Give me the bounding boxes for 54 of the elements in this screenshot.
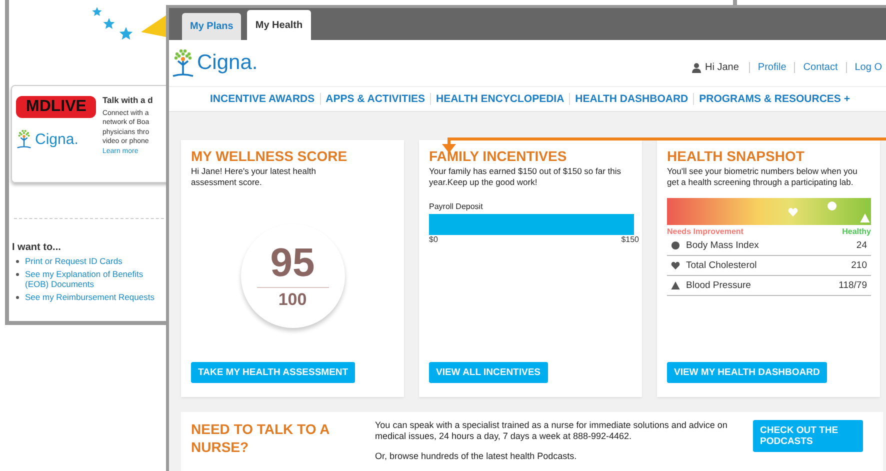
nurse-text: Or, browse hundreds of the latest health Podcasts. [375,451,578,462]
header-link[interactable]: Log O [846,62,886,74]
score-max: 100 [278,290,307,310]
metric-value: 210 [851,260,867,271]
quick-link[interactable]: See my Explanation of Benefits (EOB) Documents [25,269,160,289]
header-link[interactable]: Contact [794,62,846,74]
dashboard-button[interactable]: VIEW MY HEALTH DASHBOARD [667,362,827,383]
tree-logo-icon [16,128,32,150]
quick-link[interactable]: See my Reimbursement Requests [25,292,154,302]
podcasts-button[interactable]: CHECK OUT THE PODCASTS [753,420,863,452]
quick-link[interactable]: Print or Request ID Cards [25,256,122,266]
card-title: FAMILY INCENTIVES [429,148,568,164]
scale-high-label: Healthy [842,227,871,236]
metric-name: Body Mass Index [686,240,760,251]
header-link[interactable]: Profile [748,62,794,74]
score-value: 95 [270,242,315,282]
mdlive-logo: MDLIVE [16,96,96,118]
card-text: Your family has earned $150 out of $150 so far this year.Keep up the good work! [429,166,622,188]
nurse-text: You can speak with a specialist trained as a nurse for immediate solutions and advice on medical issues, 24 hours a day, 7 days a week at 888-992-4462. [375,420,728,442]
bar-max-label: $150 [621,235,639,244]
nav-link[interactable]: PROGRAMS & RESOURCES + [693,92,855,105]
assessment-button[interactable]: TAKE MY HEALTH ASSESSMENT [191,362,356,383]
card-title: MY WELLNESS SCORE [191,148,348,164]
card-title: NEED TO TALK TO A NURSE? [191,420,330,457]
user-icon [692,62,702,73]
bullet-icon [16,260,19,263]
tab[interactable]: My Health [247,10,311,40]
nav-link[interactable]: HEALTH ENCYCLOPEDIA [430,92,570,105]
offered-by-logo: Cigna. [16,128,78,150]
circle-icon [671,241,680,250]
bullet-icon [16,296,19,299]
metric-name: Blood Pressure [686,280,752,291]
card-text: You'll see your biometric numbers below when you get a health screening through a participating lab. [667,166,858,188]
cigna-logo: Cigna. [171,48,258,78]
incentives-button[interactable]: VIEW ALL INCENTIVES [429,362,548,383]
card-text: Hi Jane! Here's your latest health assessment score. [191,166,317,188]
i-want-to-heading: I want to... [12,242,62,253]
tree-logo-icon [171,48,195,78]
metric-value: 24 [856,240,867,251]
metric-name: Total Cholesterol [686,260,758,271]
scale-low-label: Needs Improvement [667,227,744,236]
triangle-icon [671,281,680,290]
bar-min-label: $0 [429,235,438,244]
nav-link[interactable]: APPS & ACTIVITIES [320,92,430,105]
bullet-icon [16,273,19,276]
card-title: HEALTH SNAPSHOT [667,148,806,164]
promo-title: Talk with a d [102,96,153,106]
bar-label: Payroll Deposit [429,202,484,211]
greeting: Hi Jane [705,62,739,74]
nav-link[interactable]: INCENTIVE AWARDS [205,92,320,105]
nav-link[interactable]: HEALTH DASHBOARD [569,92,694,105]
metric-value: 118/79 [838,280,867,291]
heart-icon [671,261,680,270]
tab[interactable]: My Plans [182,13,242,40]
